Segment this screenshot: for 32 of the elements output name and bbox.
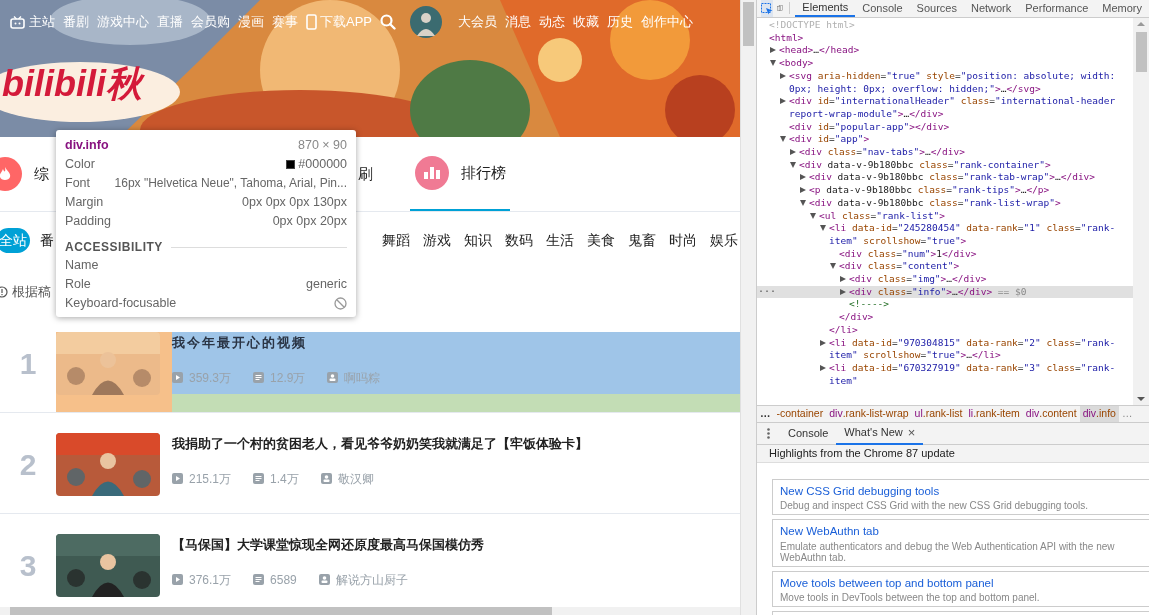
property-value: #000000 xyxy=(298,156,347,173)
danmaku-count: 1.4万 xyxy=(270,470,299,488)
property-label: Padding xyxy=(65,213,111,230)
section-heading: ACCESSIBILITY xyxy=(65,239,163,256)
rank-number: 3 xyxy=(18,547,38,584)
property-value: 0px 0px 20px xyxy=(272,213,347,230)
update-banner: Highlights from the Chrome 87 update xyxy=(757,445,1149,463)
property-value: generic xyxy=(306,276,347,293)
rank-tip: 根据稿 xyxy=(12,283,51,302)
selector-label: div.info xyxy=(65,137,109,154)
element-size: 870 × 90 xyxy=(298,137,347,154)
dom-close-tag: </li> xyxy=(829,323,858,337)
danmaku-count: 6589 xyxy=(270,571,297,589)
more-dots: ··· xyxy=(758,285,777,299)
play-count: 215.1万 xyxy=(189,470,232,488)
property-label: Role xyxy=(65,276,91,293)
feature-description: Emulate authenticators and debug the Web Authentication API with the new WebAuthn tab. xyxy=(780,540,1116,563)
property-label: Keyboard-focusable xyxy=(65,295,177,312)
feature-description: Move tools in DevTools between the top and bottom panel. xyxy=(780,591,1041,603)
property-value: 16px "Helvetica Neue", Tahoma, Arial, Pin... xyxy=(114,175,347,192)
dom-close-tag: </div> xyxy=(839,311,874,324)
property-value: 0px 0px 0px 130px xyxy=(242,194,347,211)
rank-number: 1 xyxy=(18,345,38,382)
danmaku-count: 12.9万 xyxy=(270,369,306,387)
rank-number: 2 xyxy=(18,446,38,483)
feature-description: Debug and inspect CSS Grid with the new CSS Grid debugging tools. xyxy=(780,500,1089,512)
property-label: Font xyxy=(65,175,90,192)
play-count: 359.3万 xyxy=(189,369,232,387)
property-label: Margin xyxy=(65,194,104,211)
property-label: Color xyxy=(65,156,95,173)
property-label: Name xyxy=(65,257,99,274)
play-count: 376.1万 xyxy=(189,571,232,589)
